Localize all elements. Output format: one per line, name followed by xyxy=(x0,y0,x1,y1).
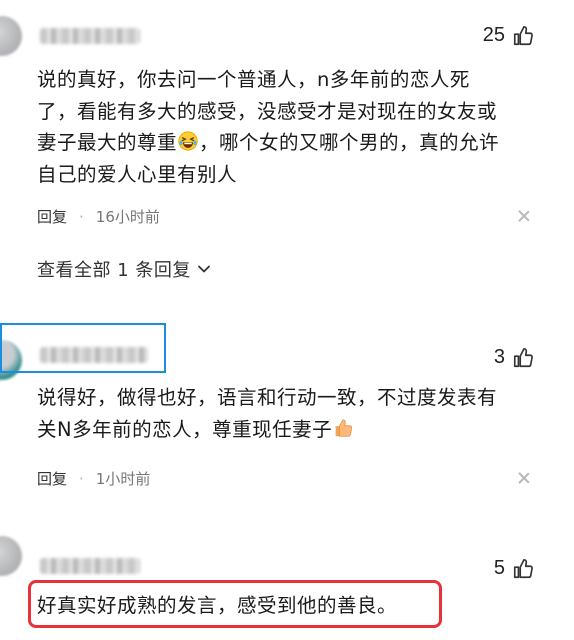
like-button[interactable]: 5 xyxy=(494,557,534,580)
highlight-box-blue xyxy=(0,323,166,373)
highlight-box-red xyxy=(28,580,442,628)
thumbs-up-icon xyxy=(513,558,533,578)
avatar[interactable] xyxy=(0,536,22,576)
like-count: 5 xyxy=(493,557,505,579)
comment-3: 5 好真实好成熟的发言，感受到他的善良。 xyxy=(0,0,574,640)
username-blurred[interactable] xyxy=(40,558,140,574)
